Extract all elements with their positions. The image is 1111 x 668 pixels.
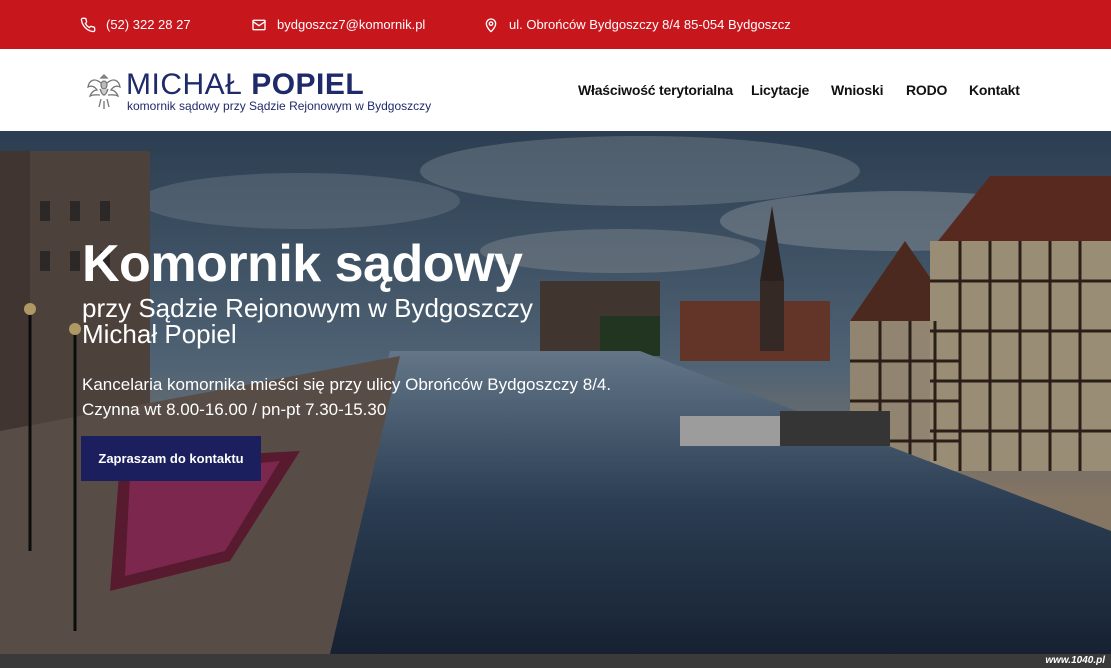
address-contact[interactable]: ul. Obrońców Bydgoszczy 8/4 85-054 Bydgo… [483, 0, 791, 49]
watermark-text: www.1040.pl [1045, 655, 1105, 666]
nav-item-wnioski[interactable]: Wnioski [831, 49, 883, 131]
contact-bar: (52) 322 28 27 bydgoszcz7@komornik.pl ul… [0, 0, 1111, 49]
hero-opening-hours: Czynna wt 8.00-16.00 / pn-pt 7.30-15.30 [82, 400, 387, 419]
phone-number: (52) 322 28 27 [106, 17, 191, 32]
main-nav: Właściwość terytorialna Licytacje Wniosk… [0, 49, 1111, 131]
phone-contact[interactable]: (52) 322 28 27 [80, 0, 191, 49]
email-address: bydgoszcz7@komornik.pl [277, 17, 426, 32]
hero-title: Komornik sądowy [82, 235, 523, 293]
hero-office-location: Kancelaria komornika mieści się przy uli… [82, 375, 612, 394]
nav-item-wlasciwosc-terytorialna[interactable]: Właściwość terytorialna [578, 49, 733, 131]
nav-item-licytacje[interactable]: Licytacje [751, 49, 809, 131]
contact-cta-button[interactable]: Zapraszam do kontaktu [81, 436, 261, 481]
nav-item-rodo[interactable]: RODO [906, 49, 947, 131]
email-contact[interactable]: bydgoszcz7@komornik.pl [251, 0, 425, 49]
hero-subtitle-name: Michał Popiel [82, 319, 237, 349]
map-pin-icon [483, 17, 499, 33]
street-address: ul. Obrońców Bydgoszczy 8/4 85-054 Bydgo… [509, 17, 791, 32]
nav-item-kontakt[interactable]: Kontakt [969, 49, 1020, 131]
site-header: MICHAŁ POPIEL komornik sądowy przy Sądzi… [0, 49, 1111, 131]
bottom-strip [0, 654, 1111, 668]
hero-section: Komornik sądowy przy Sądzie Rejonowym w … [0, 131, 1111, 654]
phone-icon [80, 17, 96, 33]
hero-subtitle-court: przy Sądzie Rejonowym w Bydgoszczy [82, 293, 533, 323]
envelope-icon [251, 17, 267, 33]
